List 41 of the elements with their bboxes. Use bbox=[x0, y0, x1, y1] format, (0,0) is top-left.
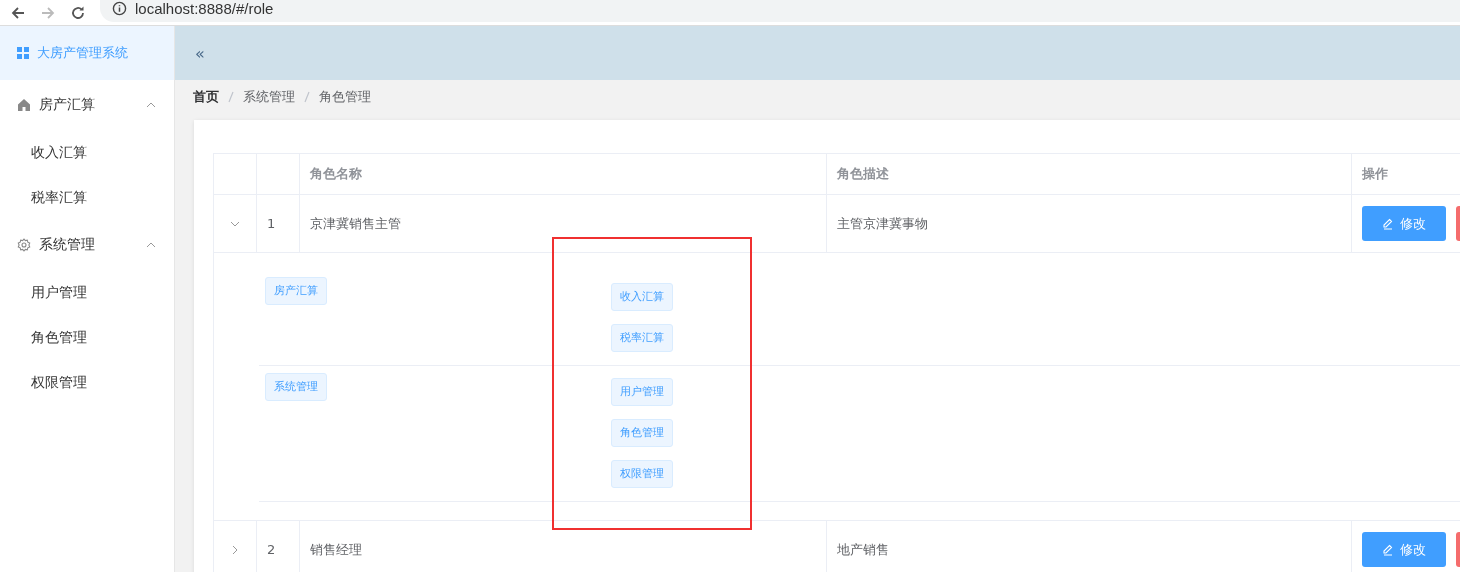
expand-icon[interactable] bbox=[230, 544, 240, 555]
permission-tag: 收入汇算 bbox=[611, 283, 673, 311]
settings-icon bbox=[17, 238, 31, 252]
app-title: 大房产管理系统 bbox=[37, 44, 128, 62]
menu-item[interactable]: 权限管理 bbox=[0, 360, 174, 405]
menu-item[interactable]: 用户管理 bbox=[0, 270, 174, 315]
table-cell: 主管京津冀事物 bbox=[837, 214, 928, 233]
table-cell: 2 bbox=[267, 542, 276, 557]
url-text: localhost:8888/#/role bbox=[135, 0, 274, 17]
table-cell: 地产销售 bbox=[837, 540, 889, 559]
column-header: 操作 bbox=[1361, 165, 1389, 183]
menu-item[interactable]: 税率汇算 bbox=[0, 175, 174, 220]
table-cell: 京津冀销售主管 bbox=[310, 214, 401, 233]
back-icon[interactable] bbox=[10, 4, 26, 21]
permission-tag: 权限管理 bbox=[611, 460, 673, 488]
breadcrumb-item[interactable]: 首页 bbox=[193, 88, 219, 106]
reload-icon[interactable] bbox=[70, 4, 86, 21]
permission-tag: 角色管理 bbox=[611, 419, 673, 447]
permission-tag: 房产汇算 bbox=[265, 277, 327, 305]
breadcrumb-item: 角色管理 bbox=[319, 88, 371, 106]
breadcrumb-item: 系统管理 bbox=[243, 88, 295, 106]
menu-group[interactable]: 系统管理 bbox=[0, 220, 174, 270]
menu-item[interactable]: 收入汇算 bbox=[0, 130, 174, 175]
column-header: 角色描述 bbox=[827, 154, 1352, 194]
pencil-icon bbox=[1382, 217, 1394, 230]
permission-tag: 税率汇算 bbox=[611, 324, 673, 352]
menu-item[interactable]: 角色管理 bbox=[0, 315, 174, 360]
table-cell: 销售经理 bbox=[310, 540, 362, 559]
permission-tag: 系统管理 bbox=[265, 373, 327, 401]
address-bar[interactable]: localhost:8888/#/role bbox=[100, 0, 1460, 22]
pencil-icon bbox=[1382, 543, 1394, 556]
column-header: 角色名称 bbox=[300, 154, 827, 194]
separator-icon bbox=[304, 91, 310, 103]
menu-group[interactable]: 房产汇算 bbox=[0, 80, 174, 130]
home-icon bbox=[17, 98, 31, 112]
permission-tag: 用户管理 bbox=[611, 378, 673, 406]
grid-icon bbox=[17, 47, 29, 59]
info-icon[interactable] bbox=[112, 1, 127, 16]
separator-icon bbox=[228, 91, 234, 103]
table-cell: 1 bbox=[267, 216, 276, 231]
collapse-toggle[interactable]: « bbox=[195, 43, 205, 63]
